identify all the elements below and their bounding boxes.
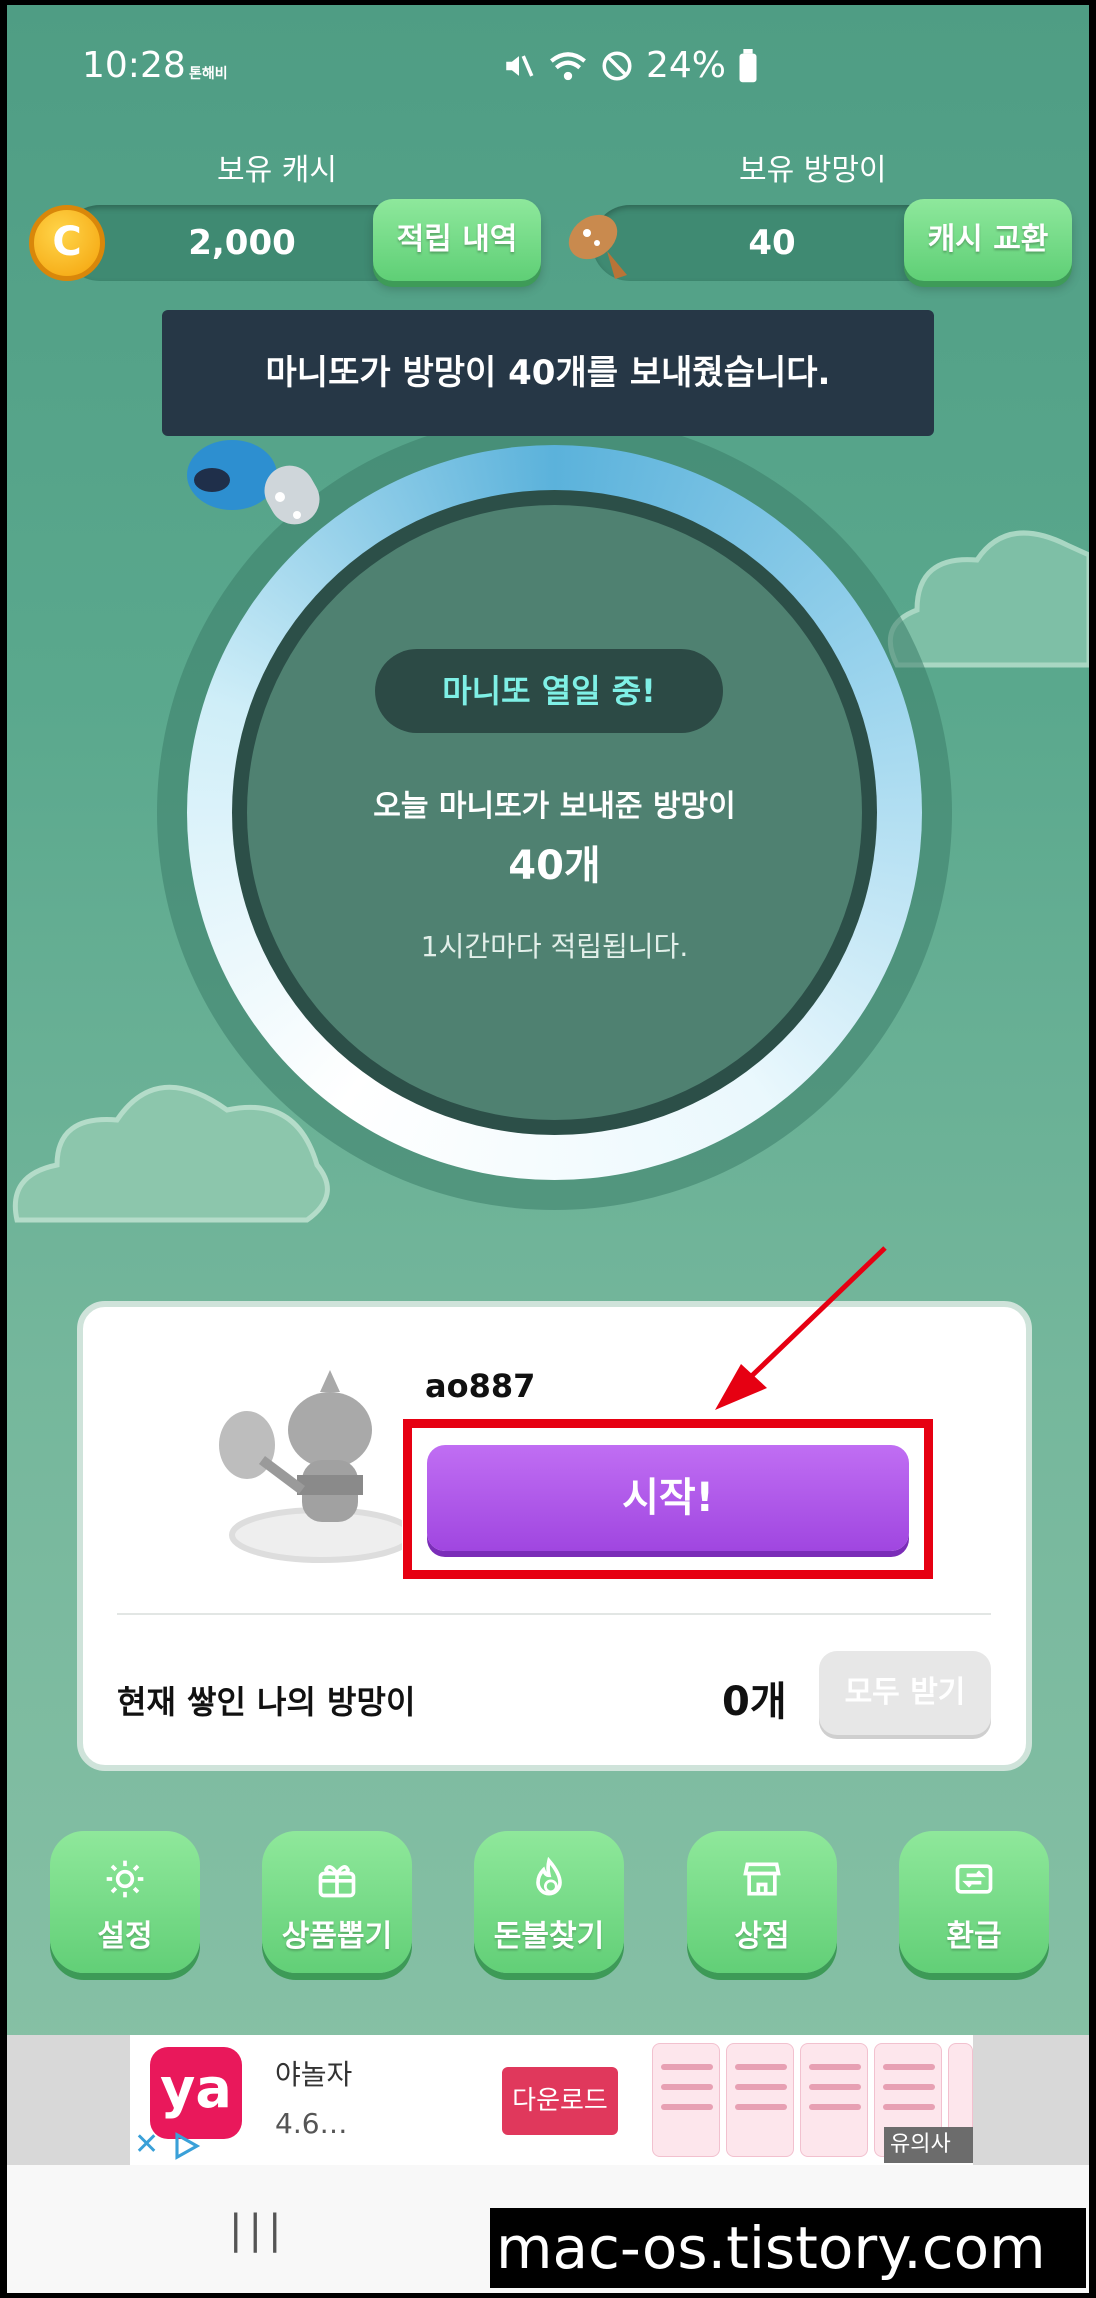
ad-screenshot: [726, 2043, 794, 2157]
status-time: 10:28: [82, 45, 186, 86]
ad-banner[interactable]: ya 야놀자 4.6… 다운로드 유의사항 ✕: [130, 2035, 973, 2193]
ad-download-button[interactable]: 다운로드: [502, 2067, 618, 2135]
nav-store-label: 상점: [734, 1919, 790, 1954]
status-bar: 10:28 톤해비 24%: [7, 5, 1089, 135]
highlight-box: [403, 1419, 933, 1579]
nav-settings-button[interactable]: 설정: [50, 1831, 200, 1973]
blocked-icon: [602, 50, 632, 81]
nav-refund-button[interactable]: 환급: [899, 1831, 1049, 1973]
bait-value: 40: [748, 223, 796, 263]
notification-toast: 마니또가 방망이 40개를 보내줬습니다.: [162, 310, 934, 436]
app-screen: 10:28 톤해비 24% 보유 캐시 2,000 C 적립 내역 보유 방망이…: [7, 5, 1089, 2293]
ad-screenshot: [800, 2043, 868, 2157]
cash-history-button[interactable]: 적립 내역: [373, 199, 541, 281]
manito-sent-count: 40개: [508, 843, 601, 889]
manito-character-icon: [187, 440, 320, 525]
nav-prize-draw-label: 상품뽑기: [281, 1919, 393, 1954]
status-carrier: 톤해비: [189, 66, 228, 82]
my-bait-label: 현재 쌓인 나의 방망이: [117, 1683, 416, 1721]
cash-exchange-button[interactable]: 캐시 교환: [904, 199, 1072, 281]
ad-screenshot: [652, 2043, 720, 2157]
nav-prize-draw-button[interactable]: 상품뽑기: [262, 1831, 412, 1973]
ad-app-logo: ya: [150, 2047, 242, 2139]
mute-icon: [506, 54, 534, 77]
battery-percent: 24%: [646, 45, 727, 86]
manito-sent-label: 오늘 마니또가 보내준 방망이: [373, 789, 736, 824]
wifi-icon: [550, 51, 586, 80]
store-icon: [743, 1862, 781, 1896]
cash-label: 보유 캐시: [217, 153, 337, 188]
nav-settings-label: 설정: [97, 1919, 153, 1954]
ad-app-rating: 4.6…: [275, 2107, 348, 2140]
gift-icon: [318, 1865, 356, 1898]
highlight-arrow-icon: [715, 1246, 887, 1410]
watermark-text: mac-os.tistory.com: [490, 2208, 1086, 2288]
nav-money-fire-label: 돈불찾기: [493, 1919, 605, 1954]
gear-icon: [106, 1860, 144, 1898]
cash-value: 2,000: [188, 223, 296, 263]
nav-store-button[interactable]: 상점: [687, 1831, 837, 1973]
card-divider: [117, 1613, 991, 1615]
username: ao887: [425, 1367, 536, 1405]
coin-icon: C: [29, 205, 105, 281]
ad-close-icon[interactable]: ✕: [134, 2127, 159, 2162]
ad-notice-label[interactable]: 유의사항: [884, 2127, 973, 2193]
avatar: [219, 1370, 402, 1563]
manito-status-badge: 마니또 열일 중!: [375, 649, 723, 733]
accrual-note: 1시간마다 적립됩니다.: [420, 930, 689, 963]
ad-choices-icon[interactable]: [172, 2131, 202, 2161]
recent-apps-icon[interactable]: |||: [229, 2207, 287, 2253]
status-icons: 24%: [502, 45, 758, 86]
bait-label: 보유 방망이: [739, 153, 887, 188]
nav-money-fire-button[interactable]: 돈불찾기: [474, 1831, 624, 1973]
fire-coin-icon: [536, 1857, 562, 1896]
battery-icon: [739, 48, 757, 82]
my-bait-count: 0개: [722, 1679, 787, 1725]
exchange-icon: [955, 1864, 993, 1894]
bat-fish-icon: [568, 214, 627, 279]
ad-app-name: 야놀자: [275, 2058, 353, 2091]
receive-all-button[interactable]: 모두 받기: [819, 1651, 991, 1735]
nav-refund-label: 환급: [946, 1919, 1002, 1954]
